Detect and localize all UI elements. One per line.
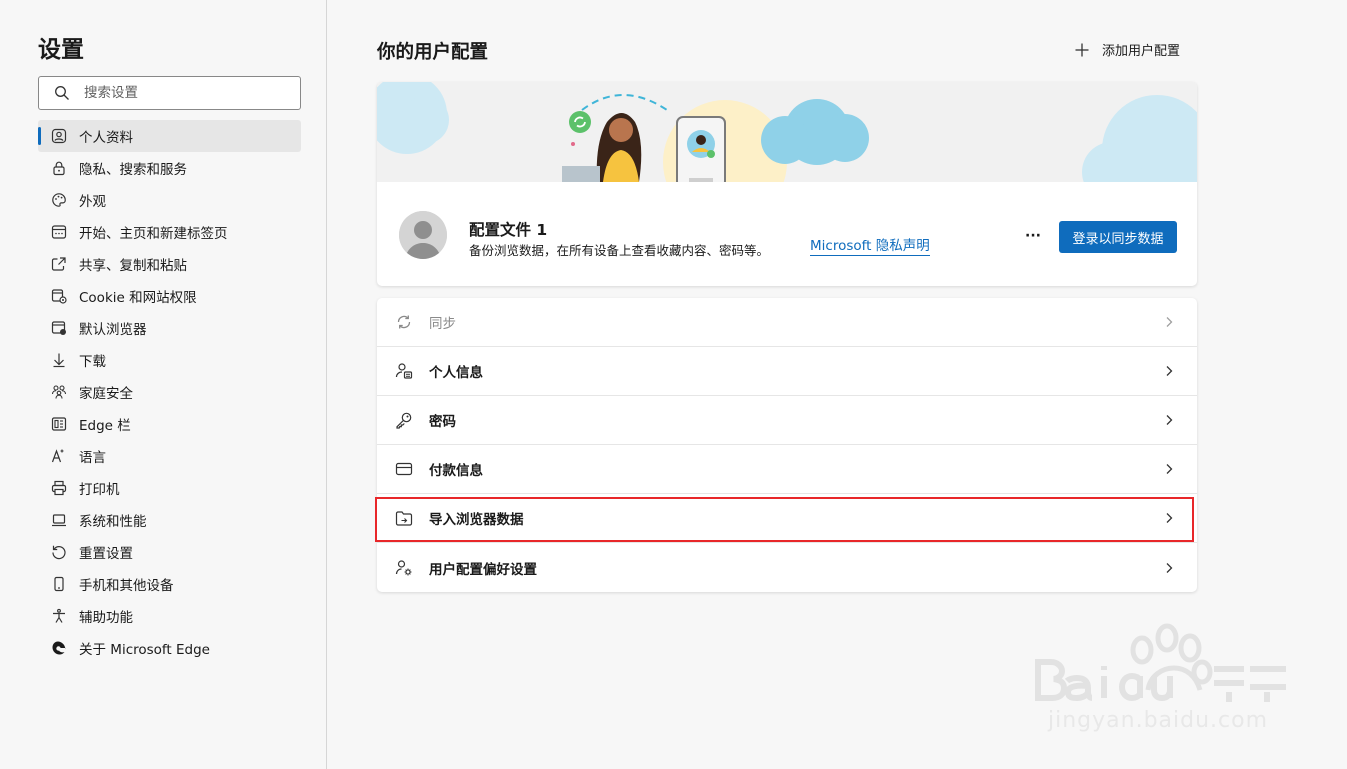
- profile-icon: [51, 128, 67, 144]
- profile-banner-illustration: [377, 82, 1197, 182]
- card-icon: [395, 462, 413, 476]
- sidebar-item-label: 默认浏览器: [79, 322, 147, 338]
- more-label: ···: [1025, 228, 1041, 244]
- sidebar-item-label: 家庭安全: [79, 386, 133, 402]
- sidebar-item-printers[interactable]: 打印机: [38, 472, 301, 504]
- chevron-right-icon: [1166, 464, 1173, 474]
- reset-icon: [52, 545, 66, 560]
- lock-icon: [53, 161, 65, 176]
- home-tab-icon: [51, 225, 67, 239]
- search-box[interactable]: [38, 76, 301, 110]
- watermark-text: jingyan.baidu.com: [1048, 708, 1269, 733]
- list-item-label: 个人信息: [429, 365, 483, 381]
- sidebar-item-label: 辅助功能: [79, 610, 133, 626]
- sidebar-item-default-browser[interactable]: 默认浏览器: [38, 312, 301, 344]
- sidebar-item-label: 外观: [79, 194, 106, 210]
- sidebar-item-label: 语言: [79, 450, 106, 466]
- download-icon: [53, 353, 65, 368]
- chevron-right-icon: [1166, 415, 1173, 425]
- list-item-label: 导入浏览器数据: [429, 512, 524, 528]
- list-item-passwords[interactable]: 密码: [377, 396, 1197, 445]
- list-item-sync[interactable]: 同步: [377, 298, 1197, 347]
- settings-sidebar: 设置 个人资料 隐私、搜索和服务 外观 开始、主页和新建标签页 共享、复制和粘贴…: [0, 0, 327, 769]
- list-item-profile-preferences[interactable]: 用户配置偏好设置: [377, 543, 1197, 592]
- avatar[interactable]: [399, 211, 447, 259]
- sidebar-item-label: 系统和性能: [79, 514, 147, 530]
- profile-row: 配置文件 1 备份浏览数据，在所有设备上查看收藏内容、密码等。 Microsof…: [377, 182, 1197, 286]
- plus-icon: [1075, 43, 1089, 56]
- sign-in-sync-button[interactable]: 登录以同步数据: [1059, 221, 1177, 253]
- chevron-right-icon: [1166, 513, 1173, 523]
- sidebar-item-downloads[interactable]: 下载: [38, 344, 301, 376]
- sidebar-item-about[interactable]: 关于 Microsoft Edge: [38, 632, 301, 664]
- sidebar-item-profile[interactable]: 个人资料: [38, 120, 301, 152]
- profile-settings-list: 同步 个人信息 密码 付款信息 导入浏览器数据 用户配置偏好设置: [377, 298, 1197, 592]
- sidebar-item-label: 手机和其他设备: [79, 578, 174, 594]
- profile-prefs-icon: [395, 559, 412, 575]
- person-silhouette-icon: [399, 211, 447, 259]
- add-profile-button[interactable]: 添加用户配置: [1074, 40, 1180, 59]
- accessibility-icon: [53, 608, 65, 623]
- edge-logo-icon: [52, 641, 66, 655]
- edge-bar-icon: [51, 417, 67, 431]
- printer-icon: [51, 480, 67, 496]
- search-input[interactable]: [84, 85, 274, 101]
- sidebar-item-label: Edge 栏: [79, 418, 131, 434]
- sidebar-nav: 个人资料 隐私、搜索和服务 外观 开始、主页和新建标签页 共享、复制和粘贴 Co…: [38, 120, 301, 664]
- list-item-label: 用户配置偏好设置: [429, 561, 537, 578]
- personal-info-icon: [395, 363, 413, 379]
- list-item-import-browser-data[interactable]: 导入浏览器数据: [377, 494, 1197, 543]
- list-item-label: 付款信息: [429, 463, 483, 479]
- sidebar-title: 设置: [38, 37, 84, 63]
- search-icon: [55, 86, 69, 100]
- chevron-right-icon: [1166, 562, 1173, 573]
- sync-icon: [397, 315, 411, 329]
- sidebar-item-cookies[interactable]: Cookie 和网站权限: [38, 280, 301, 312]
- sidebar-item-share[interactable]: 共享、复制和粘贴: [38, 248, 301, 280]
- sidebar-item-start-home[interactable]: 开始、主页和新建标签页: [38, 216, 301, 248]
- more-options-button[interactable]: ···: [1019, 222, 1047, 250]
- page-title: 你的用户配置: [377, 42, 489, 63]
- sidebar-item-phone[interactable]: 手机和其他设备: [38, 568, 301, 600]
- list-item-personal-info[interactable]: 个人信息: [377, 347, 1197, 396]
- language-icon: [51, 449, 64, 463]
- profile-description: 备份浏览数据，在所有设备上查看收藏内容、密码等。: [469, 243, 770, 258]
- sidebar-item-label: 隐私、搜索和服务: [79, 162, 187, 178]
- laptop-icon: [52, 514, 66, 527]
- sidebar-item-family[interactable]: 家庭安全: [38, 376, 301, 408]
- appearance-icon: [52, 193, 66, 207]
- sidebar-item-label: 关于 Microsoft Edge: [79, 642, 210, 658]
- profile-name: 配置文件 1: [469, 221, 548, 239]
- list-item-label: 同步: [429, 316, 456, 332]
- sidebar-item-label: 打印机: [79, 482, 120, 498]
- sidebar-item-language[interactable]: 语言: [38, 440, 301, 472]
- chevron-right-icon: [1166, 366, 1173, 376]
- sidebar-item-label: 开始、主页和新建标签页: [79, 226, 228, 242]
- sidebar-item-label: 下载: [79, 354, 106, 370]
- sidebar-item-system[interactable]: 系统和性能: [38, 504, 301, 536]
- default-browser-icon: [51, 321, 66, 335]
- key-icon: [396, 412, 412, 429]
- import-icon: [395, 511, 413, 526]
- sidebar-item-accessibility[interactable]: 辅助功能: [38, 600, 301, 632]
- sidebar-item-appearance[interactable]: 外观: [38, 184, 301, 216]
- sidebar-item-edge-bar[interactable]: Edge 栏: [38, 408, 301, 440]
- sidebar-item-label: 共享、复制和粘贴: [79, 258, 187, 274]
- sidebar-item-label: Cookie 和网站权限: [79, 290, 197, 306]
- add-profile-label: 添加用户配置: [1102, 44, 1181, 59]
- sidebar-item-label: 个人资料: [79, 130, 133, 146]
- profile-card: 配置文件 1 备份浏览数据，在所有设备上查看收藏内容、密码等。 Microsof…: [377, 82, 1197, 286]
- family-icon: [51, 385, 67, 399]
- privacy-statement-link[interactable]: Microsoft 隐私声明: [810, 238, 930, 256]
- sidebar-item-reset[interactable]: 重置设置: [38, 536, 301, 568]
- cookie-icon: [51, 289, 67, 304]
- phone-icon: [54, 576, 64, 592]
- sidebar-item-label: 重置设置: [79, 546, 133, 562]
- list-item-payment-info[interactable]: 付款信息: [377, 445, 1197, 494]
- share-icon: [51, 257, 66, 271]
- sidebar-item-privacy[interactable]: 隐私、搜索和服务: [38, 152, 301, 184]
- list-item-label: 密码: [429, 414, 456, 430]
- chevron-right-icon: [1166, 317, 1173, 327]
